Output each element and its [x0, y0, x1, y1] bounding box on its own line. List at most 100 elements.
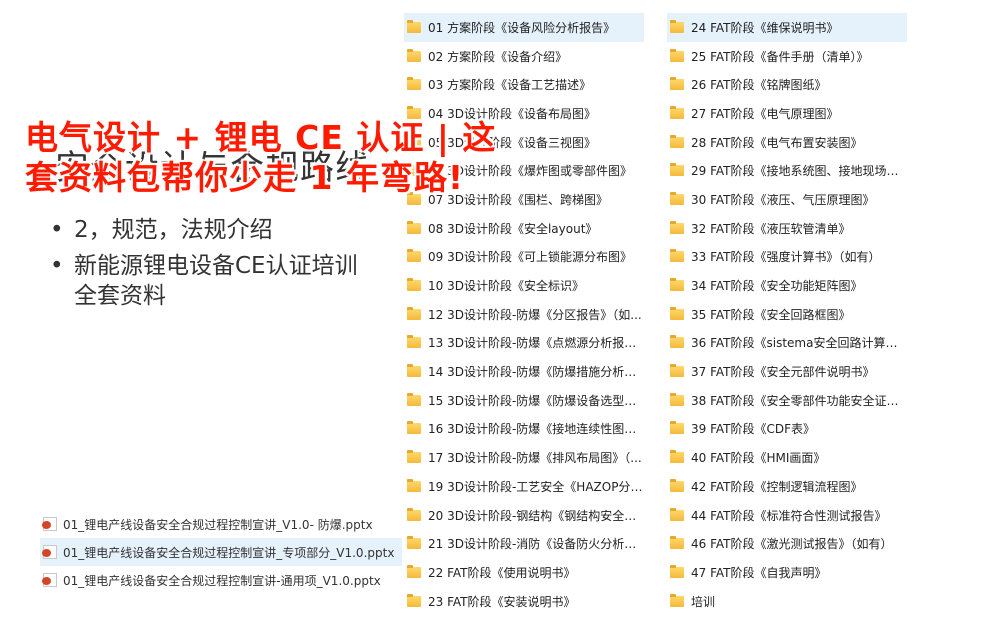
- folder-label: 26 FAT阶段《铭牌图纸》: [691, 78, 827, 93]
- folder-item[interactable]: 34 FAT阶段《安全功能矩阵图》: [667, 271, 907, 300]
- folder-item[interactable]: 38 FAT阶段《安全零部件功能安全证书》: [667, 386, 907, 415]
- folder-icon: [407, 220, 421, 234]
- folder-item[interactable]: 39 FAT阶段《CDF表》: [667, 415, 907, 444]
- folder-icon: [670, 450, 684, 464]
- file-name: 01_锂电产线设备安全合规过程控制宣讲_专项部分_V1.0.pptx: [63, 545, 395, 560]
- folder-icon: [407, 335, 421, 349]
- pptx-file-item[interactable]: 01_锂电产线设备安全合规过程控制宣讲_专项部分_V1.0.pptx: [40, 538, 403, 566]
- folder-icon: [407, 19, 421, 33]
- folder-label: 33 FAT阶段《强度计算书》（如有）: [691, 250, 881, 265]
- folder-label: 16 3D设计阶段-防爆《接地连续性图》...: [428, 422, 644, 437]
- powerpoint-file-icon: [42, 517, 57, 531]
- folder-label: 34 FAT阶段《安全功能矩阵图》: [691, 279, 863, 294]
- folder-label: 17 3D设计阶段-防爆《排风布局图》（...: [428, 451, 642, 466]
- folder-item[interactable]: 40 FAT阶段《HMI画面》: [667, 443, 907, 472]
- folder-item[interactable]: 09 3D设计阶段《可上锁能源分布图》: [404, 243, 644, 272]
- bullet-dot-icon: •: [50, 217, 64, 243]
- promo-line-2: 套资料包帮你少走 1 年弯路!: [25, 158, 464, 197]
- folder-item[interactable]: 24 FAT阶段《维保说明书》: [667, 13, 907, 42]
- folder-item[interactable]: 30 FAT阶段《液压、气压原理图》: [667, 185, 907, 214]
- folder-list-right: 24 FAT阶段《维保说明书》 25 FAT阶段《备件手册（清单）》 26 FAT阶…: [667, 13, 907, 615]
- powerpoint-file-icon: [42, 545, 57, 559]
- folder-icon: [670, 593, 684, 607]
- folder-label: 21 3D设计阶段-消防《设备防火分析报...: [428, 537, 644, 552]
- folder-item[interactable]: 培训: [667, 587, 907, 616]
- folder-list-left: 01 方案阶段《设备风险分析报告》 02 方案阶段《设备介绍》 03 方案阶段《设备…: [404, 13, 644, 615]
- folder-item[interactable]: 28 FAT阶段《电气布置安装图》: [667, 128, 907, 157]
- folder-icon: [670, 364, 684, 378]
- folder-item[interactable]: 13 3D设计阶段-防爆《点燃源分析报告...: [404, 329, 644, 358]
- folder-item[interactable]: 46 FAT阶段《激光测试报告》（如有）: [667, 529, 907, 558]
- folder-item[interactable]: 14 3D设计阶段-防爆《防爆措施分析报...: [404, 357, 644, 386]
- promo-overlay: 电气设计 + 锂电 CE 认证 | 这 套资料包帮你少走 1 年弯路!: [25, 118, 525, 198]
- folder-item[interactable]: 02 方案阶段《设备介绍》: [404, 42, 644, 71]
- folder-item[interactable]: 35 FAT阶段《安全回路框图》: [667, 300, 907, 329]
- folder-item[interactable]: 27 FAT阶段《电气原理图》: [667, 99, 907, 128]
- folder-icon: [407, 392, 421, 406]
- folder-label: 10 3D设计阶段《安全标识》: [428, 279, 584, 294]
- folder-icon: [670, 249, 684, 263]
- folder-icon: [407, 364, 421, 378]
- folder-icon: [407, 507, 421, 521]
- folder-icon: [407, 306, 421, 320]
- folder-item[interactable]: 12 3D设计阶段-防爆《分区报告》（如...: [404, 300, 644, 329]
- folder-label: 39 FAT阶段《CDF表》: [691, 422, 816, 437]
- folder-item[interactable]: 15 3D设计阶段-防爆《防爆设备选型清...: [404, 386, 644, 415]
- folder-item[interactable]: 20 3D设计阶段-钢结构《钢结构安全分...: [404, 501, 644, 530]
- folder-icon: [670, 220, 684, 234]
- folder-icon: [670, 564, 684, 578]
- folder-icon: [407, 421, 421, 435]
- folder-label: 19 3D设计阶段-工艺安全《HAZOP分析...: [428, 479, 644, 494]
- folder-label: 20 3D设计阶段-钢结构《钢结构安全分...: [428, 508, 644, 523]
- folder-icon: [670, 507, 684, 521]
- file-name: 01_锂电产线设备安全合规过程控制宣讲-通用项_V1.0.pptx: [63, 573, 381, 588]
- folder-item[interactable]: 16 3D设计阶段-防爆《接地连续性图》...: [404, 415, 644, 444]
- folder-label: 12 3D设计阶段-防爆《分区报告》（如...: [428, 307, 642, 322]
- folder-item[interactable]: 33 FAT阶段《强度计算书》（如有）: [667, 243, 907, 272]
- folder-icon: [407, 278, 421, 292]
- folder-label: 01 方案阶段《设备风险分析报告》: [428, 20, 616, 35]
- folder-label: 15 3D设计阶段-防爆《防爆设备选型清...: [428, 393, 644, 408]
- folder-item[interactable]: 42 FAT阶段《控制逻辑流程图》: [667, 472, 907, 501]
- folder-label: 35 FAT阶段《安全回路框图》: [691, 307, 851, 322]
- folder-icon: [670, 536, 684, 550]
- folder-icon: [670, 306, 684, 320]
- folder-icon: [407, 536, 421, 550]
- folder-item[interactable]: 37 FAT阶段《安全元部件说明书》: [667, 357, 907, 386]
- folder-item[interactable]: 10 3D设计阶段《安全标识》: [404, 271, 644, 300]
- folder-label: 30 FAT阶段《液压、气压原理图》: [691, 192, 875, 207]
- pptx-file-item[interactable]: 01_锂电产线设备安全合规过程控制宣讲_V1.0- 防爆.pptx: [40, 510, 402, 538]
- folder-icon: [670, 77, 684, 91]
- folder-icon: [670, 105, 684, 119]
- folder-item[interactable]: 22 FAT阶段《使用说明书》: [404, 558, 644, 587]
- folder-icon: [407, 450, 421, 464]
- folder-item[interactable]: 03 方案阶段《设备工艺描述》: [404, 70, 644, 99]
- folder-label: 42 FAT阶段《控制逻辑流程图》: [691, 479, 863, 494]
- folder-icon: [670, 421, 684, 435]
- folder-item[interactable]: 01 方案阶段《设备风险分析报告》: [404, 13, 644, 42]
- folder-item[interactable]: 23 FAT阶段《安装说明书》: [404, 587, 644, 616]
- folder-item[interactable]: 32 FAT阶段《液压软管清单》: [667, 214, 907, 243]
- folder-item[interactable]: 08 3D设计阶段《安全layout》: [404, 214, 644, 243]
- folder-label: 08 3D设计阶段《安全layout》: [428, 221, 598, 236]
- folder-item[interactable]: 21 3D设计阶段-消防《设备防火分析报...: [404, 529, 644, 558]
- bullet-text: 新能源锂电设备CE认证培训全套资料: [74, 253, 358, 309]
- folder-item[interactable]: 36 FAT阶段《sistema安全回路计算书》: [667, 329, 907, 358]
- folder-icon: [670, 19, 684, 33]
- folder-label: 28 FAT阶段《电气布置安装图》: [691, 135, 863, 150]
- promo-line-1: 电气设计 + 锂电 CE 认证 | 这: [25, 118, 497, 157]
- folder-label: 47 FAT阶段《自我声明》: [691, 565, 827, 580]
- folder-item[interactable]: 29 FAT阶段《接地系统图、接地现场安...: [667, 156, 907, 185]
- folder-item[interactable]: 17 3D设计阶段-防爆《排风布局图》（...: [404, 443, 644, 472]
- folder-item[interactable]: 19 3D设计阶段-工艺安全《HAZOP分析...: [404, 472, 644, 501]
- slide-bullets: • 2，规范，法规介绍 • 新能源锂电设备CE认证培训全套资料: [50, 215, 380, 317]
- folder-icon: [670, 278, 684, 292]
- bullet-text: 2，规范，法规介绍: [74, 217, 273, 243]
- folder-item[interactable]: 26 FAT阶段《铭牌图纸》: [667, 70, 907, 99]
- folder-icon: [407, 564, 421, 578]
- folder-item[interactable]: 44 FAT阶段《标准符合性测试报告》: [667, 501, 907, 530]
- folder-label: 44 FAT阶段《标准符合性测试报告》: [691, 508, 887, 523]
- folder-item[interactable]: 47 FAT阶段《自我声明》: [667, 558, 907, 587]
- pptx-file-item[interactable]: 01_锂电产线设备安全合规过程控制宣讲-通用项_V1.0.pptx: [40, 566, 402, 594]
- folder-item[interactable]: 25 FAT阶段《备件手册（清单）》: [667, 42, 907, 71]
